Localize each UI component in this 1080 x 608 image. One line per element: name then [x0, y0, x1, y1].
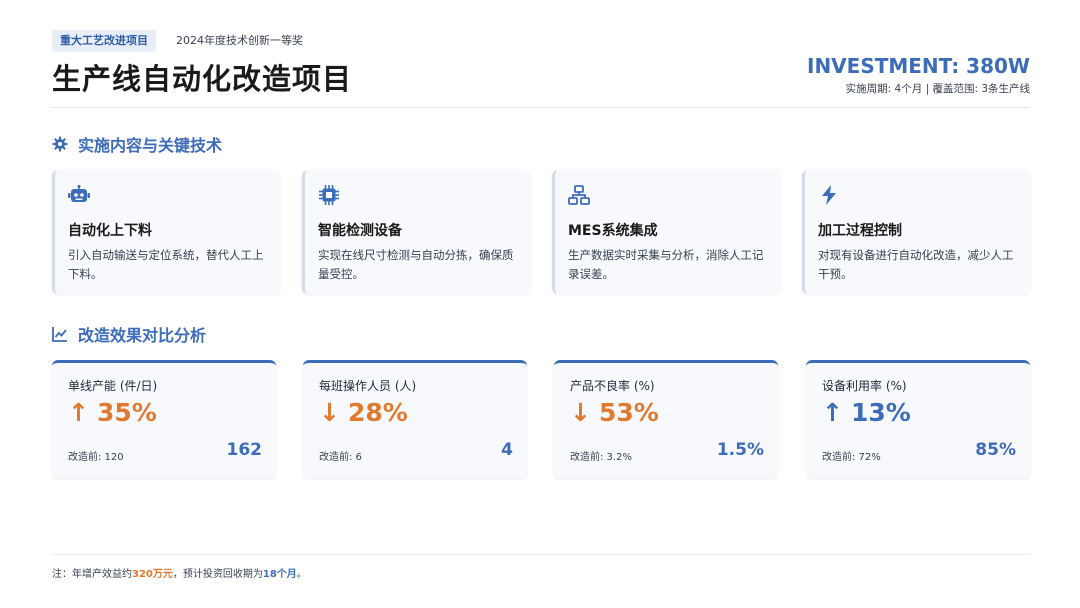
header: 重大工艺改进项目 2024年度技术创新一等奖 生产线自动化改造项目 INVEST… [52, 30, 1030, 108]
metric-after: 162 [226, 440, 263, 460]
metric-before: 改造前: 3.2% [570, 452, 632, 463]
metric-card-operators: 每班操作人员 (人) ↓ 28% 改造前: 6 4 [303, 360, 527, 478]
chart-line-icon [52, 326, 68, 342]
section-metrics-heading: 改造效果对比分析 [52, 322, 206, 346]
page: 重大工艺改进项目 2024年度技术创新一等奖 生产线自动化改造项目 INVEST… [52, 0, 1030, 608]
tech-desc: 实现在线尺寸检测与自动分拣，确保质量受控。 [318, 248, 514, 281]
metric-cards: 单线产能 (件/日) ↑ 35% 改造前: 120 162 每班操作人员 (人)… [52, 360, 1030, 478]
metric-card-utilization: 设备利用率 (%) ↑ 13% 改造前: 72% 85% [806, 360, 1030, 478]
metric-after: 4 [501, 440, 513, 460]
tech-card-process: 加工过程控制 对现有设备进行自动化改造，减少人工干预。 [802, 170, 1030, 294]
metric-before: 改造前: 120 [68, 452, 124, 463]
section-tech-title: 实施内容与关键技术 [78, 136, 223, 155]
tech-title: 智能检测设备 [318, 223, 402, 239]
footer-payback: 18个月 [262, 569, 297, 580]
tech-card-automation: 自动化上下料 引入自动输送与定位系统，替代人工上下料。 [52, 170, 280, 294]
footer-benefit: 320万元 [132, 569, 173, 580]
metric-before: 改造前: 72% [822, 452, 881, 463]
metric-card-capacity: 单线产能 (件/日) ↑ 35% 改造前: 120 162 [52, 360, 276, 478]
metric-label: 每班操作人员 (人) [319, 379, 417, 393]
tech-card-mes: MES系统集成 生产数据实时采集与分析，消除人工记录误差。 [552, 170, 780, 294]
arrow-down-icon: ↓ [570, 398, 591, 427]
footer-middle: ，预计投资回收期为 [172, 569, 263, 580]
page-title: 生产线自动化改造项目 [52, 62, 353, 96]
metric-change: ↓ 53% [570, 398, 764, 427]
arrow-down-icon: ↓ [319, 398, 340, 427]
metric-before: 改造前: 6 [319, 452, 362, 463]
metric-label: 产品不良率 (%) [570, 379, 655, 393]
investment-amount: INVESTMENT: 380W [807, 54, 1030, 78]
tech-title: MES系统集成 [568, 223, 658, 239]
tech-desc: 对现有设备进行自动化改造，减少人工干预。 [818, 248, 1014, 281]
tech-desc: 生产数据实时采集与分析，消除人工记录误差。 [568, 248, 764, 281]
bolt-icon [818, 184, 840, 206]
metric-change: ↑ 35% [68, 398, 262, 427]
metric-label: 设备利用率 (%) [822, 379, 907, 393]
metric-change-value: 35% [96, 398, 157, 427]
metric-change-value: 53% [598, 398, 659, 427]
metric-change: ↑ 13% [822, 398, 1016, 427]
robot-icon [68, 184, 90, 206]
footer-prefix: 注：年增产效益约 [52, 569, 132, 580]
chip-icon [318, 184, 340, 206]
metric-label: 单线产能 (件/日) [68, 379, 158, 393]
gear-icon [52, 136, 68, 152]
metric-change: ↓ 28% [319, 398, 513, 427]
network-icon [568, 184, 590, 206]
tech-card-inspection: 智能检测设备 实现在线尺寸检测与自动分拣，确保质量受控。 [302, 170, 530, 294]
metric-change-value: 28% [347, 398, 408, 427]
metric-after: 85% [975, 440, 1016, 460]
tech-title: 加工过程控制 [818, 223, 902, 239]
metric-card-defect-rate: 产品不良率 (%) ↓ 53% 改造前: 3.2% 1.5% [554, 360, 778, 478]
footer-note: 注：年增产效益约320万元，预计投资回收期为18个月。 [52, 554, 1030, 580]
arrow-up-icon: ↑ [822, 398, 843, 427]
arrow-up-icon: ↑ [68, 398, 89, 427]
section-metrics-title: 改造效果对比分析 [78, 326, 207, 345]
footer-suffix: 。 [296, 569, 307, 580]
project-tag: 重大工艺改进项目 [52, 30, 156, 52]
metric-change-value: 13% [850, 398, 911, 427]
tech-cards: 自动化上下料 引入自动输送与定位系统，替代人工上下料。 智能检测设备 实现在线尺… [52, 170, 1030, 294]
section-tech-heading: 实施内容与关键技术 [52, 132, 222, 156]
project-meta: 实施周期: 4个月 | 覆盖范围: 3条生产线 [845, 83, 1030, 95]
tech-title: 自动化上下料 [68, 223, 152, 239]
metric-after: 1.5% [716, 440, 764, 460]
tech-desc: 引入自动输送与定位系统，替代人工上下料。 [68, 248, 264, 281]
award-text: 2024年度技术创新一等奖 [176, 34, 303, 47]
